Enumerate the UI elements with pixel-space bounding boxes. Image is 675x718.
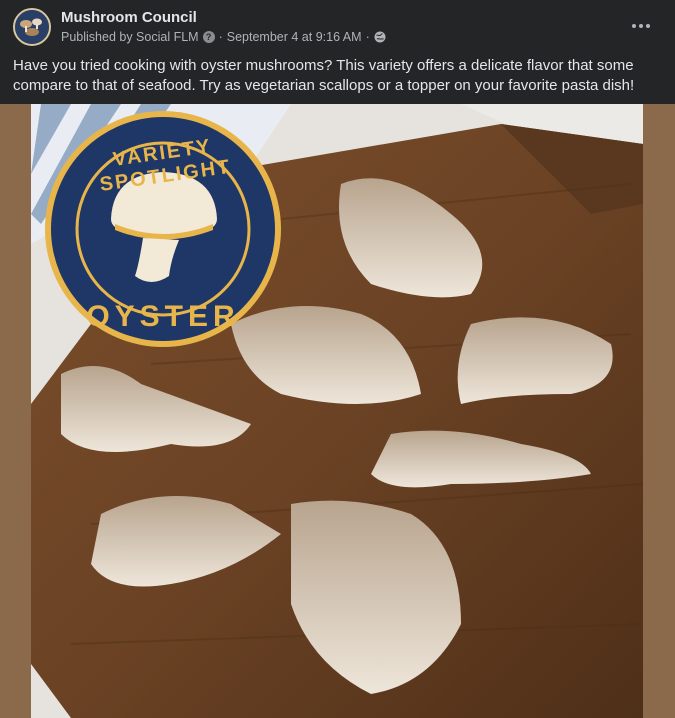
more-options-icon[interactable] — [627, 14, 655, 38]
post-meta: Published by Social FLM ? · September 4 … — [61, 30, 386, 44]
post-text: Have you tried cooking with oyster mushr… — [13, 57, 635, 94]
post-photo[interactable]: VARIETY SPOTLIGHT OYSTER — [31, 104, 643, 718]
oyster-mushroom-photo — [31, 104, 643, 718]
avatar-image — [15, 10, 49, 44]
page-name[interactable]: Mushroom Council — [61, 9, 197, 26]
page-avatar[interactable] — [13, 8, 51, 46]
meta-separator: · — [218, 30, 223, 44]
info-icon[interactable]: ? — [202, 31, 215, 43]
globe-icon[interactable] — [374, 31, 386, 43]
post-header: Mushroom Council Published by Social FLM… — [0, 0, 675, 52]
published-by-label[interactable]: Published by Social FLM — [61, 30, 199, 44]
badge-bottom-text: OYSTER — [86, 300, 240, 333]
post-timestamp[interactable]: September 4 at 9:16 AM — [227, 30, 362, 44]
meta-separator-2: · — [365, 30, 370, 44]
